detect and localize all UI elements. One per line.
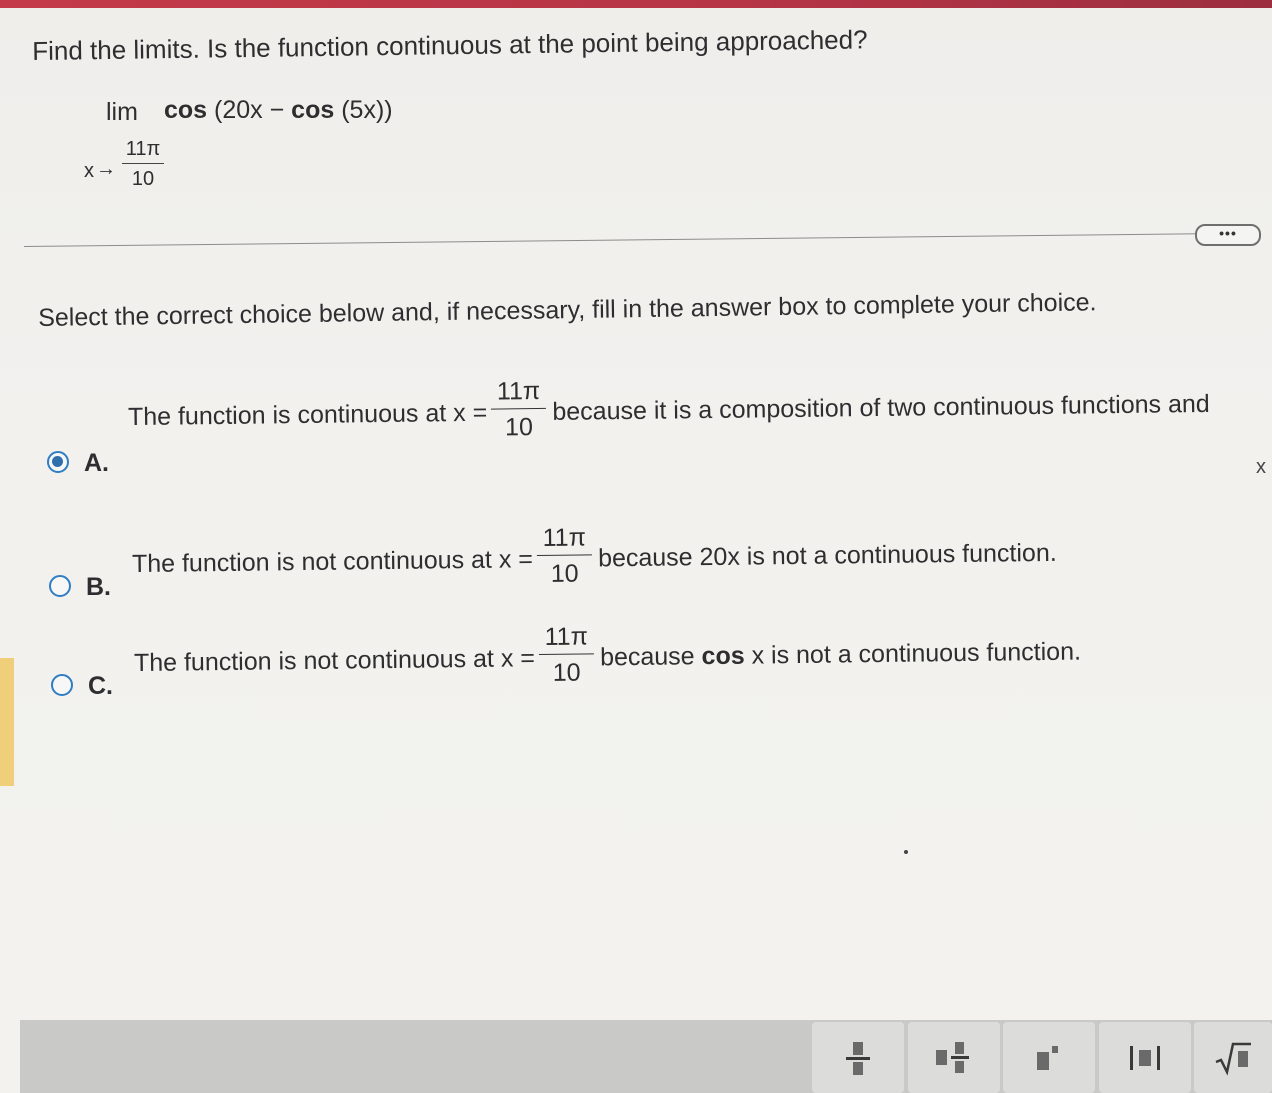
func-middle: (20x − xyxy=(207,96,292,124)
square-root-button[interactable] xyxy=(1194,1022,1272,1093)
choice-b-prefix: The function is not continuous at x = xyxy=(131,545,534,579)
mixed-number-icon xyxy=(936,1041,969,1073)
approach-var: x xyxy=(84,160,94,182)
cos-word-inner: cos xyxy=(291,96,335,124)
left-side-tab[interactable] xyxy=(0,658,14,786)
choice-c-suffix-b: x is not a continuous function. xyxy=(744,637,1082,670)
choice-b-den: 10 xyxy=(550,559,579,588)
choice-b-fraction: 11π 10 xyxy=(536,523,593,589)
choice-a-fraction: 11π 10 xyxy=(490,376,547,443)
question-text: Find the limits. Is the function continu… xyxy=(32,24,868,66)
fraction-icon xyxy=(846,1041,870,1075)
instruction-text: Select the correct choice below and, if … xyxy=(38,288,1097,332)
screen-speck xyxy=(904,850,908,854)
fraction-button[interactable] xyxy=(812,1022,904,1093)
choice-a-den: 10 xyxy=(504,413,534,442)
choice-c-prefix: The function is not continuous at x = xyxy=(133,644,536,678)
choice-c-den: 10 xyxy=(552,658,581,687)
mixed-number-button[interactable] xyxy=(908,1022,1000,1093)
choice-c-fraction: 11π 10 xyxy=(538,622,595,688)
cos-word: cos xyxy=(164,96,208,124)
choice-b-text: The function is not continuous at x = 11π… xyxy=(132,522,1058,598)
choice-a-suffix: because it is a composition of two conti… xyxy=(552,389,1210,426)
choice-c-suffix-a: because xyxy=(599,642,702,672)
page: Find the limits. Is the function continu… xyxy=(0,0,1272,1093)
func-end: (5x)) xyxy=(334,96,393,124)
arrow-icon: → xyxy=(96,158,116,180)
radio-c[interactable] xyxy=(51,674,73,696)
choice-c-cos: cos xyxy=(701,641,745,671)
choice-b-letter: B. xyxy=(86,573,111,601)
section-divider xyxy=(24,233,1200,247)
choice-a-prefix: The function is continuous at x = xyxy=(127,398,488,432)
limit-function: cos (20x − cos (5x)) xyxy=(164,96,393,125)
choice-a-letter: A. xyxy=(84,449,109,477)
exponent-button[interactable] xyxy=(1003,1022,1095,1093)
approach-point: 11π 10 xyxy=(122,138,164,191)
absolute-value-icon xyxy=(1130,1045,1160,1070)
choice-c-text: The function is not continuous at x = 11π… xyxy=(134,620,1082,697)
choice-b-num: 11π xyxy=(536,523,593,557)
approach-den: 10 xyxy=(131,168,155,190)
choice-c-letter: C. xyxy=(88,672,113,700)
square-root-icon xyxy=(1215,1042,1251,1076)
radio-a[interactable] xyxy=(47,451,69,473)
exponent-icon xyxy=(1037,1045,1058,1070)
top-accent-bar xyxy=(0,0,1272,8)
absolute-value-button[interactable] xyxy=(1099,1022,1191,1093)
choice-a-text: The function is continuous at x = 11π 10 be… xyxy=(128,373,1211,451)
choice-c-num: 11π xyxy=(538,622,595,656)
radio-b[interactable] xyxy=(49,575,71,597)
choice-b-suffix: because 20x is not a continuous function… xyxy=(597,538,1057,573)
choice-a-num: 11π xyxy=(490,376,547,410)
approach-num: 11π xyxy=(122,138,164,164)
more-button[interactable]: ••• xyxy=(1195,224,1261,246)
lim-word: lim xyxy=(106,98,138,126)
close-icon[interactable]: x xyxy=(1256,456,1266,479)
